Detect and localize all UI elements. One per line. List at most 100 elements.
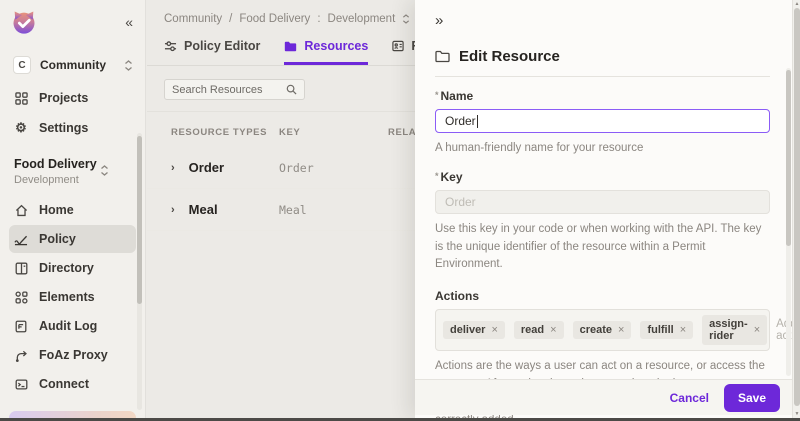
environment-selector[interactable]: Food Delivery Development xyxy=(14,157,131,186)
sidebar-item-label: Directory xyxy=(39,261,94,275)
gear-icon: ⚙ xyxy=(14,121,28,135)
sliders-icon xyxy=(164,40,177,52)
action-chip[interactable]: fulfill× xyxy=(640,321,693,339)
policy-signature-icon xyxy=(14,232,28,246)
action-chip[interactable]: assign-rider× xyxy=(702,315,767,345)
sidebar-item-connect[interactable]: Connect xyxy=(9,370,136,398)
name-label: *Name xyxy=(435,89,770,103)
window-scrollbar-thumb[interactable] xyxy=(794,8,800,406)
key-help-text: Use this key in your code or when workin… xyxy=(435,221,770,274)
column-header: RESOURCE TYPES xyxy=(171,127,279,138)
sidebar-item-label: Policy xyxy=(39,232,76,246)
required-asterisk: * xyxy=(435,90,439,100)
drawer-title: Edit Resource xyxy=(459,48,560,65)
drawer-collapse-icon[interactable]: » xyxy=(435,12,770,29)
unfold-icon xyxy=(100,165,109,176)
remove-tag-icon[interactable]: × xyxy=(618,324,624,336)
remove-tag-icon[interactable]: × xyxy=(491,324,497,336)
breadcrumb-environment[interactable]: Development xyxy=(328,13,396,25)
remove-tag-icon[interactable]: × xyxy=(550,324,556,336)
sidebar-item-label: FoAz Proxy xyxy=(39,348,108,362)
unfold-icon[interactable] xyxy=(402,14,410,24)
environment-name: Development xyxy=(14,174,131,186)
sidebar-item-home[interactable]: Home xyxy=(9,196,136,224)
expand-chevron-icon[interactable]: › xyxy=(171,204,175,216)
sidebar-item-label: Connect xyxy=(39,377,89,391)
unfold-icon xyxy=(124,60,133,71)
name-input-value: Order xyxy=(445,114,476,128)
sidebar-item-label: Settings xyxy=(39,121,88,135)
action-chip[interactable]: deliver× xyxy=(443,321,505,339)
key-input: Order xyxy=(435,190,770,214)
sidebar-item-label: Audit Log xyxy=(39,319,97,333)
org-selector[interactable]: C Community xyxy=(13,56,133,74)
terminal-icon xyxy=(14,377,28,391)
resource-key: Order xyxy=(279,161,388,175)
sidebar-item-elements[interactable]: Elements xyxy=(9,283,136,311)
breadcrumb-project[interactable]: Food Delivery xyxy=(239,13,310,25)
sidebar-item-foaz-proxy[interactable]: FoAz Proxy xyxy=(9,341,136,369)
edit-resource-drawer: » Edit Resource *Name Order A human-frie… xyxy=(415,0,800,418)
audit-log-icon xyxy=(14,319,28,333)
sidebar: « C Community Projects ⚙ Settings Food D… xyxy=(0,0,146,418)
expand-chevron-icon[interactable]: › xyxy=(171,162,175,174)
drawer-scrollbar-thumb[interactable] xyxy=(786,70,791,246)
resource-name: Order xyxy=(189,160,224,175)
sidebar-item-audit-log[interactable]: Audit Log xyxy=(9,312,136,340)
sidebar-collapse-icon[interactable]: « xyxy=(125,14,133,30)
folder-icon xyxy=(284,41,297,52)
remove-tag-icon[interactable]: × xyxy=(680,324,686,336)
cancel-button[interactable]: Cancel xyxy=(670,391,709,405)
breadcrumb-separator: / xyxy=(229,13,232,25)
tab-label: Policy Editor xyxy=(184,39,260,53)
window-scrollbar[interactable]: ▲ ▼ xyxy=(792,0,800,418)
actions-tag-input[interactable]: deliver× read× create× fulfill× assign-r… xyxy=(435,309,770,351)
sidebar-item-directory[interactable]: Directory xyxy=(9,254,136,282)
remove-tag-icon[interactable]: × xyxy=(754,324,760,336)
key-input-value: Order xyxy=(445,195,476,209)
elements-grid-icon xyxy=(14,290,28,304)
column-header: KEY xyxy=(279,127,388,138)
search-icon xyxy=(286,84,297,95)
sidebar-item-projects[interactable]: Projects xyxy=(0,83,145,113)
sidebar-scrollbar[interactable] xyxy=(137,133,142,410)
resource-name: Meal xyxy=(189,202,218,217)
resource-key: Meal xyxy=(279,203,388,217)
tab-policy-editor[interactable]: Policy Editor xyxy=(164,39,260,65)
drawer-footer: Cancel Save xyxy=(415,379,792,415)
proxy-arrow-icon xyxy=(14,348,28,362)
action-chip[interactable]: read× xyxy=(514,321,564,339)
sidebar-item-label: Home xyxy=(39,203,74,217)
name-help-text: A human-friendly name for your resource xyxy=(435,140,770,158)
sidebar-item-settings[interactable]: ⚙ Settings xyxy=(0,113,145,143)
org-avatar: C xyxy=(13,56,31,74)
org-label: Community xyxy=(40,58,115,72)
save-button[interactable]: Save xyxy=(724,384,780,412)
actions-label: Actions xyxy=(435,289,770,303)
search-box[interactable] xyxy=(164,79,305,100)
tab-label: Resources xyxy=(304,39,368,53)
sidebar-scrollbar-thumb[interactable] xyxy=(137,136,142,304)
search-input[interactable] xyxy=(172,84,280,96)
project-name: Food Delivery xyxy=(14,157,131,171)
action-chip[interactable]: create× xyxy=(573,321,632,339)
drawer-scrollbar[interactable] xyxy=(786,68,791,376)
key-label: *Key xyxy=(435,170,770,184)
sidebar-item-label: Elements xyxy=(39,290,95,304)
scroll-down-arrow-icon[interactable]: ▼ xyxy=(794,411,800,417)
directory-icon xyxy=(14,261,28,275)
badge-icon xyxy=(392,40,404,52)
breadcrumb-org[interactable]: Community xyxy=(164,13,222,25)
projects-grid-icon xyxy=(14,91,28,105)
sidebar-item-label: Projects xyxy=(39,91,88,105)
breadcrumb-colon: : xyxy=(317,13,320,25)
scroll-up-arrow-icon[interactable]: ▲ xyxy=(794,1,800,7)
drawer-divider xyxy=(435,76,770,77)
folder-icon xyxy=(435,50,450,63)
text-caret xyxy=(477,115,478,128)
home-icon xyxy=(14,203,28,217)
name-input[interactable]: Order xyxy=(435,109,770,133)
permit-logo-icon xyxy=(10,8,38,36)
tab-resources[interactable]: Resources xyxy=(284,39,368,65)
sidebar-item-policy[interactable]: Policy xyxy=(9,225,136,253)
